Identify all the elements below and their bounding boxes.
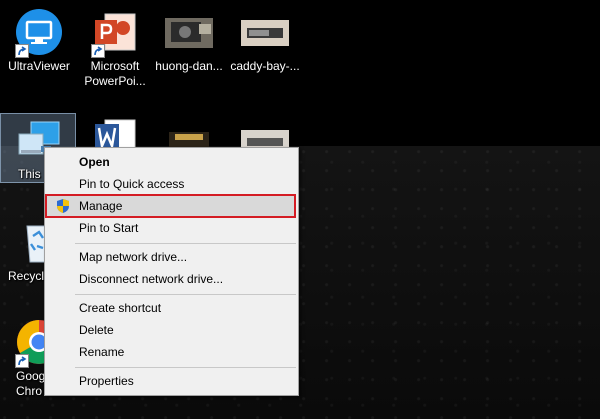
shortcut-arrow-icon [91, 44, 105, 58]
image-thumbnail-icon [165, 8, 213, 56]
menu-item-label: Properties [79, 374, 134, 388]
menu-separator [75, 367, 296, 368]
menu-item-label: Create shortcut [79, 301, 162, 315]
ultraviewer-icon [15, 8, 63, 58]
menu-item-pin-to-start[interactable]: Pin to Start [47, 218, 296, 238]
menu-item-label: Map network drive... [79, 250, 188, 264]
menu-item-disconnect-network-drive[interactable]: Disconnect network drive... [47, 269, 296, 289]
menu-item-properties[interactable]: Properties [47, 371, 296, 391]
menu-item-open[interactable]: Open [47, 152, 296, 172]
menu-item-manage[interactable]: Manage [47, 196, 296, 216]
menu-item-label: Pin to Quick access [79, 177, 185, 191]
context-menu: Open Pin to Quick access Manage Pin to S… [44, 147, 299, 396]
shortcut-arrow-icon [15, 44, 29, 58]
shortcut-arrow-icon [15, 354, 29, 368]
menu-item-label: Manage [79, 199, 123, 213]
powerpoint-icon [91, 8, 139, 58]
menu-item-label: Delete [79, 323, 114, 337]
menu-separator [75, 294, 296, 295]
image-thumbnail-icon [241, 8, 289, 56]
menu-item-rename[interactable]: Rename [47, 342, 296, 362]
menu-item-delete[interactable]: Delete [47, 320, 296, 340]
menu-item-create-shortcut[interactable]: Create shortcut [47, 298, 296, 318]
desktop-icon-powerpoint[interactable]: Microsoft PowerPoi... [76, 8, 154, 89]
desktop: UltraViewer Microsoft PowerPoi... huong-… [0, 0, 600, 419]
desktop-icon-ultraviewer[interactable]: UltraViewer [0, 8, 78, 74]
menu-item-label: Rename [79, 345, 125, 359]
menu-item-map-network-drive[interactable]: Map network drive... [47, 247, 296, 267]
desktop-icon-label: Microsoft PowerPoi... [84, 59, 146, 88]
desktop-icon-label: huong-dan... [155, 59, 223, 73]
menu-item-label: Disconnect network drive... [79, 272, 224, 286]
desktop-icon-huong-dan[interactable]: huong-dan... [150, 8, 228, 74]
menu-item-label: Pin to Start [79, 221, 139, 235]
desktop-icon-label: caddy-bay-... [230, 59, 300, 73]
menu-separator [75, 243, 296, 244]
uac-shield-icon [55, 198, 71, 220]
desktop-icon-label: UltraViewer [8, 59, 70, 73]
desktop-icon-caddy-bay[interactable]: caddy-bay-... [226, 8, 304, 74]
menu-item-pin-to-quick-access[interactable]: Pin to Quick access [47, 174, 296, 194]
menu-item-label: Open [79, 155, 110, 169]
